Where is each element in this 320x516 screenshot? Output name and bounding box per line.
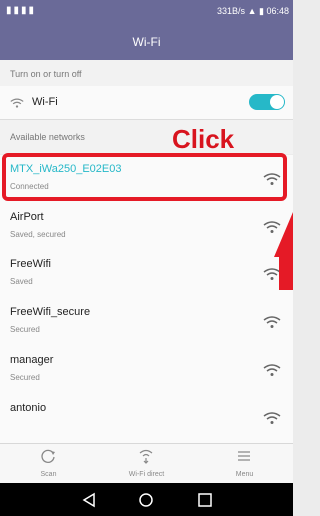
network-row[interactable]: manager Secured [0,346,293,395]
section-available-header: Available networks [0,120,293,154]
network-row[interactable]: AirPort Saved, secured [0,203,293,252]
network-name: FreeWifi [10,258,51,270]
wifi-direct-button[interactable]: Wi-Fi direct [98,444,195,484]
network-status: Secured [10,325,40,334]
section-toggle-label: Turn on or turn off [10,69,82,79]
wifi-icon [10,98,24,108]
bottom-bar: Scan Wi-Fi direct Menu [0,443,293,484]
wifi-direct-icon [139,449,153,464]
network-row[interactable]: FreeWifi_secure Secured [0,298,293,347]
network-name: manager [10,354,54,366]
section-available-label: Available networks [10,132,85,142]
toggle-knob [270,95,284,109]
signal-icon: ▲ [247,6,257,16]
wifi-signal-icon [263,364,281,376]
status-icons: ▮▮▮▮ [6,5,37,16]
network-status: Saved [10,277,33,286]
highlight-frame [2,153,287,201]
wifi-direct-label: Wi-Fi direct [128,471,165,478]
menu-icon [238,451,250,461]
network-status: Secured [10,373,40,382]
clock: 06:48 [266,6,289,16]
home-icon[interactable] [137,491,155,509]
wifi-signal-icon [263,412,281,424]
section-toggle-header: Turn on or turn off [0,60,293,86]
battery-icon: ▮ [259,6,264,16]
menu-label: Menu [235,471,254,478]
arrow-annotation-icon [274,212,293,290]
menu-button[interactable]: Menu [196,444,293,484]
network-status: Saved, secured [10,230,66,239]
system-nav-bar [0,483,293,516]
wifi-signal-icon [263,316,281,328]
network-name: AirPort [10,211,44,223]
back-icon[interactable] [80,491,98,509]
status-bar: ▮▮▮▮ 331B/s ▲ ▮ 06:48 [0,0,293,22]
refresh-icon [41,449,55,463]
status-right: 331B/s ▲ ▮ 06:48 [217,6,289,17]
recents-icon[interactable] [196,491,214,509]
network-row[interactable]: antonio [0,394,293,444]
wifi-toggle-row[interactable]: Wi-Fi [0,86,293,120]
click-annotation: Click [172,124,235,154]
scan-label: Scan [40,471,57,478]
network-name: antonio [10,402,47,414]
title-bar: Wi-Fi [0,22,293,60]
network-row[interactable]: FreeWifi Saved [0,250,293,299]
wifi-toggle-switch[interactable] [249,94,285,110]
net-speed: 331B/s [217,6,246,16]
network-name: FreeWifi_secure [10,306,91,318]
wifi-label: Wi-Fi [32,96,58,108]
page-title: Wi-Fi [132,35,161,49]
scan-button[interactable]: Scan [0,444,97,484]
